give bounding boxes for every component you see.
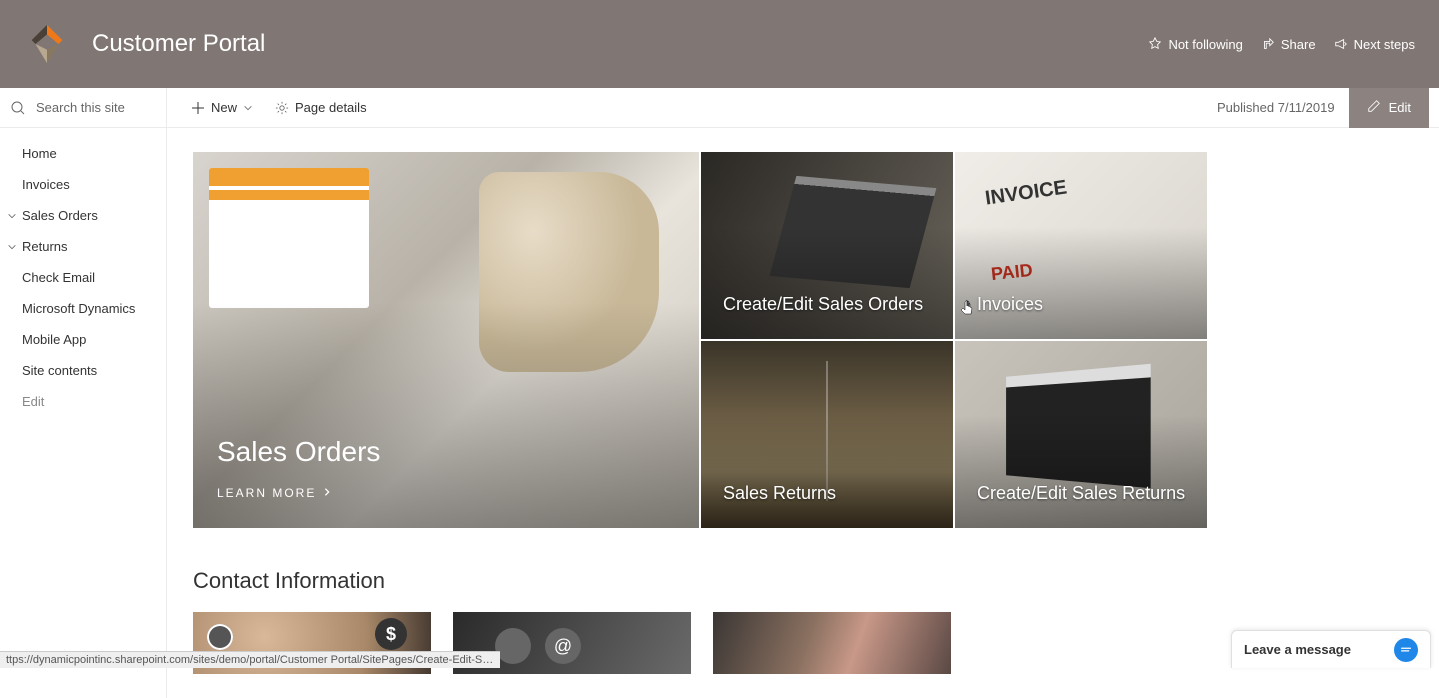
chevron-down-icon [6,210,18,222]
gear-icon [275,101,289,115]
new-button[interactable]: New [191,100,257,115]
megaphone-icon [1334,37,1348,51]
page-details-label: Page details [295,100,367,115]
nav-edit[interactable]: Edit [0,386,166,417]
command-bar: New Page details Published 7/11/2019 Edi… [0,88,1439,128]
chat-widget[interactable]: Leave a message [1231,630,1431,668]
next-steps-button[interactable]: Next steps [1334,37,1415,52]
chevron-down-icon [243,101,257,115]
search-box[interactable] [0,88,167,127]
chevron-right-icon [322,486,332,500]
tile-create-edit-sales-returns[interactable]: Create/Edit Sales Returns [955,341,1207,528]
edit-label: Edit [1389,100,1411,115]
star-outline-icon [1148,37,1162,51]
tile-invoices[interactable]: Invoices [955,152,1207,339]
next-steps-label: Next steps [1354,37,1415,52]
tile-title: Sales Orders [217,436,380,468]
contact-tile-3[interactable] [713,612,951,674]
tile-label: Create/Edit Sales Returns [977,483,1185,504]
browser-status-bar: ttps://dynamicpointinc.sharepoint.com/si… [0,651,500,668]
tile-sales-orders[interactable]: Sales Orders LEARN MORE [193,152,699,528]
tile-create-edit-sales-orders[interactable]: Create/Edit Sales Orders [701,152,953,339]
nav-site-contents[interactable]: Site contents [0,355,166,386]
site-title: Customer Portal [92,30,265,58]
page-details-button[interactable]: Page details [275,100,367,115]
nav-mobile-app[interactable]: Mobile App [0,324,166,355]
share-label: Share [1281,37,1316,52]
not-following-button[interactable]: Not following [1148,37,1242,52]
tile-sales-returns[interactable]: Sales Returns [701,341,953,528]
contact-section-title: Contact Information [193,568,1415,594]
tile-image [713,612,951,674]
published-date: Published 7/11/2019 [1217,100,1349,115]
tile-label: Sales Returns [723,483,836,504]
learn-more-link[interactable]: LEARN MORE [217,486,332,500]
chat-bubble-icon [1394,638,1418,662]
nav-invoices[interactable]: Invoices [0,169,166,200]
new-label: New [211,100,237,115]
site-logo[interactable] [24,21,70,67]
share-button[interactable]: Share [1261,37,1316,52]
search-input[interactable] [36,100,156,115]
site-header: Customer Portal Not following Share Next… [0,0,1439,88]
not-following-label: Not following [1168,37,1242,52]
share-icon [1261,37,1275,51]
chevron-down-icon [6,241,18,253]
plus-icon [191,101,205,115]
nav-home[interactable]: Home [0,138,166,169]
chat-label: Leave a message [1244,642,1351,657]
tile-label: Create/Edit Sales Orders [723,294,923,315]
tile-label: Invoices [977,294,1043,315]
pencil-icon [1367,99,1381,116]
nav-sales-orders[interactable]: Sales Orders [0,200,166,231]
nav-returns[interactable]: Returns [0,231,166,262]
search-icon [10,100,26,116]
nav-check-email[interactable]: Check Email [0,262,166,293]
edit-page-button[interactable]: Edit [1349,88,1429,128]
page-content: Sales Orders LEARN MORE Create/Edit Sale… [167,128,1439,698]
nav-microsoft-dynamics[interactable]: Microsoft Dynamics [0,293,166,324]
sidebar-nav: Home Invoices Sales Orders Returns Check… [0,128,167,698]
